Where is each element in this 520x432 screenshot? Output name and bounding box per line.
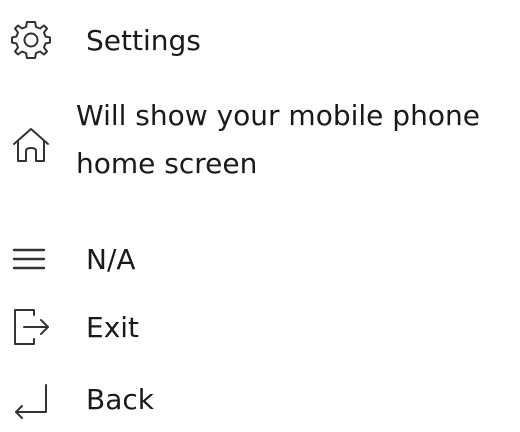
legend-item-label: Settings [86,24,201,57]
gear-icon [10,19,52,61]
exit-icon [10,306,52,348]
legend-item-label: Exit [86,311,140,344]
legend-item-label: Will show your mobile phone home screen [76,99,480,180]
legend-item-home: Will show your mobile phone home screen [0,92,520,192]
hamburger-menu-icon [10,238,52,280]
icon-legend: Settings Will show your mobile phone hom… [0,0,520,432]
legend-item-label: Back [86,383,154,416]
legend-item-back: Back [0,372,520,428]
legend-item-menu: N/A [0,236,520,284]
home-icon [10,124,52,166]
legend-item-label: N/A [86,243,136,276]
legend-item-exit: Exit [0,300,520,356]
legend-item-settings: Settings [0,14,520,70]
back-icon [10,379,52,421]
